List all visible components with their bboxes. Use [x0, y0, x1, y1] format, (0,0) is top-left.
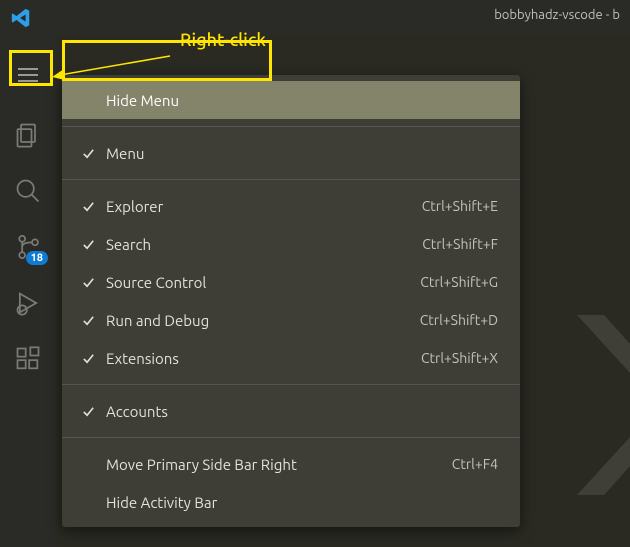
menu-item-shortcut: Ctrl+F4: [452, 456, 498, 472]
menu-separator: [62, 384, 520, 385]
menu-item-label: Hide Activity Bar: [106, 494, 498, 511]
check-icon: [76, 236, 100, 253]
menu-item-label: Run and Debug: [106, 312, 420, 329]
main-area: 18 Hide Menu MenuExplorerCtrl+Shift+ESea…: [0, 35, 630, 547]
menu-item-search[interactable]: SearchCtrl+Shift+F: [62, 225, 520, 263]
menu-item-label: Source Control: [106, 274, 420, 291]
menu-item-label: Menu: [106, 145, 498, 162]
context-menu: Hide Menu MenuExplorerCtrl+Shift+ESearch…: [62, 75, 520, 527]
extensions-icon[interactable]: [14, 345, 42, 373]
menu-item-move-primary-side-bar-right[interactable]: Move Primary Side Bar RightCtrl+F4: [62, 445, 520, 483]
check-icon: [76, 456, 100, 473]
explorer-icon[interactable]: [14, 121, 42, 149]
window-title: bobbyhadz-vscode - b: [494, 8, 620, 22]
menu-item-hide-menu[interactable]: Hide Menu: [62, 81, 520, 119]
menu-separator: [62, 179, 520, 180]
annotation-label: Right-click: [180, 30, 266, 50]
check-icon: [76, 350, 100, 367]
activity-bar: 18: [0, 35, 56, 547]
menu-item-label: Hide Menu: [106, 92, 498, 109]
check-icon: [76, 92, 100, 109]
check-icon: [76, 494, 100, 511]
source-control-badge: 18: [26, 251, 48, 265]
menu-item-shortcut: Ctrl+Shift+D: [420, 312, 498, 328]
menu-item-explorer[interactable]: ExplorerCtrl+Shift+E: [62, 187, 520, 225]
menu-separator: [62, 126, 520, 127]
menu-item-menu[interactable]: Menu: [62, 134, 520, 172]
check-icon: [76, 274, 100, 291]
check-icon: [76, 198, 100, 215]
menu-item-label: Search: [106, 236, 422, 253]
search-icon[interactable]: [14, 177, 42, 205]
menu-item-hide-activity-bar[interactable]: Hide Activity Bar: [62, 483, 520, 521]
menu-item-label: Move Primary Side Bar Right: [106, 456, 452, 473]
menu-item-source-control[interactable]: Source ControlCtrl+Shift+G: [62, 263, 520, 301]
menu-item-label: Accounts: [106, 403, 498, 420]
menu-item-label: Explorer: [106, 198, 422, 215]
menu-item-shortcut: Ctrl+Shift+G: [420, 274, 498, 290]
check-icon: [76, 403, 100, 420]
run-debug-icon[interactable]: [14, 289, 42, 317]
check-icon: [76, 312, 100, 329]
menu-item-accounts[interactable]: Accounts: [62, 392, 520, 430]
vscode-logo-icon: [10, 7, 32, 29]
menu-item-extensions[interactable]: ExtensionsCtrl+Shift+X: [62, 339, 520, 377]
hamburger-menu-button[interactable]: [10, 57, 46, 93]
menu-separator: [62, 437, 520, 438]
source-control-icon[interactable]: 18: [14, 233, 42, 261]
menu-item-label: Extensions: [106, 350, 421, 367]
menu-item-run-and-debug[interactable]: Run and DebugCtrl+Shift+D: [62, 301, 520, 339]
title-bar: bobbyhadz-vscode - b: [0, 0, 630, 35]
menu-item-shortcut: Ctrl+Shift+E: [422, 198, 498, 214]
check-icon: [76, 145, 100, 162]
background-chevron-icon: [542, 300, 630, 514]
menu-item-shortcut: Ctrl+Shift+F: [422, 236, 498, 252]
menu-item-shortcut: Ctrl+Shift+X: [421, 350, 498, 366]
hamburger-icon: [18, 68, 38, 82]
